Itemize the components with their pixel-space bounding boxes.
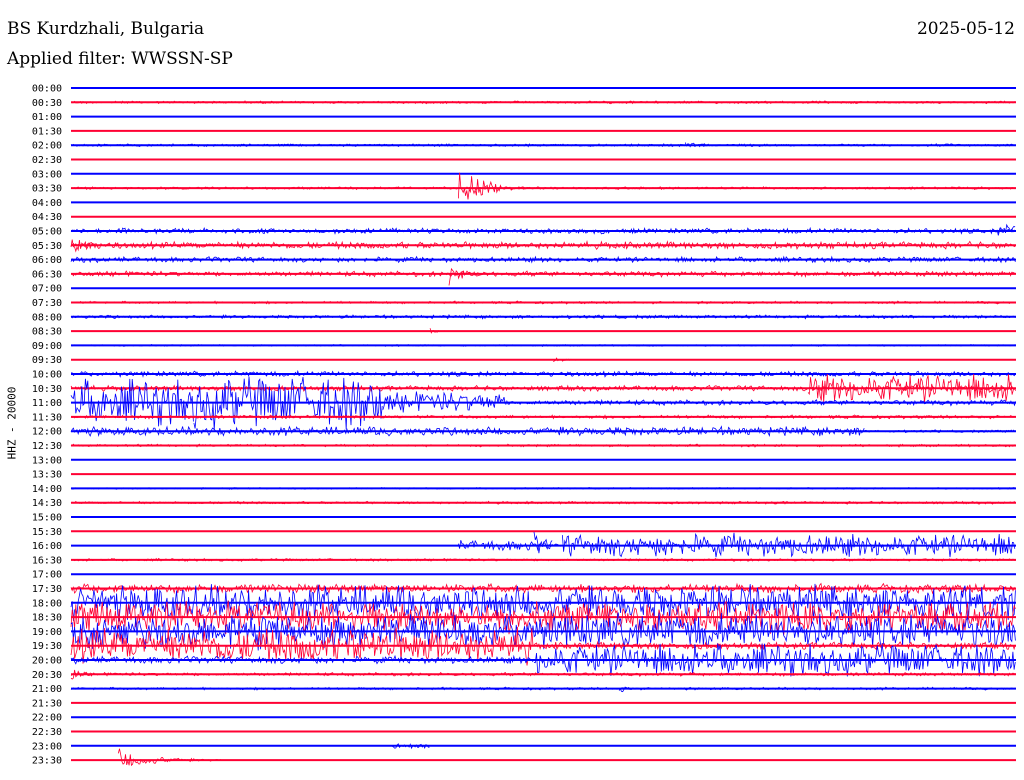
time-label-1930: 19:30 xyxy=(32,641,62,652)
time-label-0730: 07:30 xyxy=(32,298,62,309)
time-label-0030: 00:30 xyxy=(32,98,62,109)
time-label-2130: 21:30 xyxy=(32,698,62,709)
time-label-1530: 15:30 xyxy=(32,527,62,538)
time-label-1100: 11:00 xyxy=(32,398,62,409)
time-label-0900: 09:00 xyxy=(32,341,62,352)
time-label-0300: 03:00 xyxy=(32,169,62,180)
time-label-0630: 06:30 xyxy=(32,269,62,280)
time-label-1600: 16:00 xyxy=(32,541,62,552)
time-label-1800: 18:00 xyxy=(32,598,62,609)
time-label-1400: 14:00 xyxy=(32,484,62,495)
trace-signal-0630-1 xyxy=(448,267,496,286)
time-label-0000: 00:00 xyxy=(32,84,62,95)
time-label-0400: 04:00 xyxy=(32,198,62,209)
trace-signal-2330-0 xyxy=(117,748,222,767)
time-label-2200: 22:00 xyxy=(32,713,62,724)
trace-signal-1200-0 xyxy=(70,425,865,437)
time-label-1000: 10:00 xyxy=(32,370,62,381)
time-label-2030: 20:30 xyxy=(32,670,62,681)
time-label-1330: 13:30 xyxy=(32,470,62,481)
time-label-2300: 23:00 xyxy=(32,741,62,752)
time-label-1130: 11:30 xyxy=(32,412,62,423)
time-label-0830: 08:30 xyxy=(32,327,62,338)
time-label-0100: 01:00 xyxy=(32,112,62,123)
time-label-0500: 05:00 xyxy=(32,227,62,238)
time-label-2100: 21:00 xyxy=(32,684,62,695)
time-label-1630: 16:30 xyxy=(32,555,62,566)
time-label-1300: 13:00 xyxy=(32,455,62,466)
trace-signal-2100-0 xyxy=(70,686,1016,691)
time-label-2230: 22:30 xyxy=(32,727,62,738)
time-label-1730: 17:30 xyxy=(32,584,62,595)
time-label-0200: 02:00 xyxy=(32,141,62,152)
time-label-1500: 15:00 xyxy=(32,513,62,524)
time-label-0930: 09:30 xyxy=(32,355,62,366)
time-label-1700: 17:00 xyxy=(32,570,62,581)
time-label-0330: 03:30 xyxy=(32,184,62,195)
time-label-0130: 01:30 xyxy=(32,126,62,137)
seismogram-plot: 00:00 00:30 01:00 01:30 02:00 02:30 03:00 03:30… xyxy=(32,84,1017,767)
time-label-1230: 12:30 xyxy=(32,441,62,452)
time-label-0700: 07:00 xyxy=(32,284,62,295)
time-label-0230: 02:30 xyxy=(32,155,62,166)
time-label-0430: 04:30 xyxy=(32,212,62,223)
time-label-0530: 05:30 xyxy=(32,241,62,252)
time-label-1830: 18:30 xyxy=(32,613,62,624)
trace-signal-0330-1 xyxy=(458,172,525,200)
time-label-1200: 12:00 xyxy=(32,427,62,438)
trace-signal-0500-1 xyxy=(996,223,1016,236)
time-label-1430: 14:30 xyxy=(32,498,62,509)
time-label-0800: 08:00 xyxy=(32,312,62,323)
trace-signal-0930-0 xyxy=(552,357,591,362)
time-label-0600: 06:00 xyxy=(32,255,62,266)
time-label-2000: 20:00 xyxy=(32,656,62,667)
trace-signal-1600-1 xyxy=(533,531,562,554)
time-label-1900: 19:00 xyxy=(32,627,62,638)
time-label-1030: 10:30 xyxy=(32,384,62,395)
time-label-2330: 23:30 xyxy=(32,756,62,767)
trace-signal-2000-1 xyxy=(533,643,1016,677)
